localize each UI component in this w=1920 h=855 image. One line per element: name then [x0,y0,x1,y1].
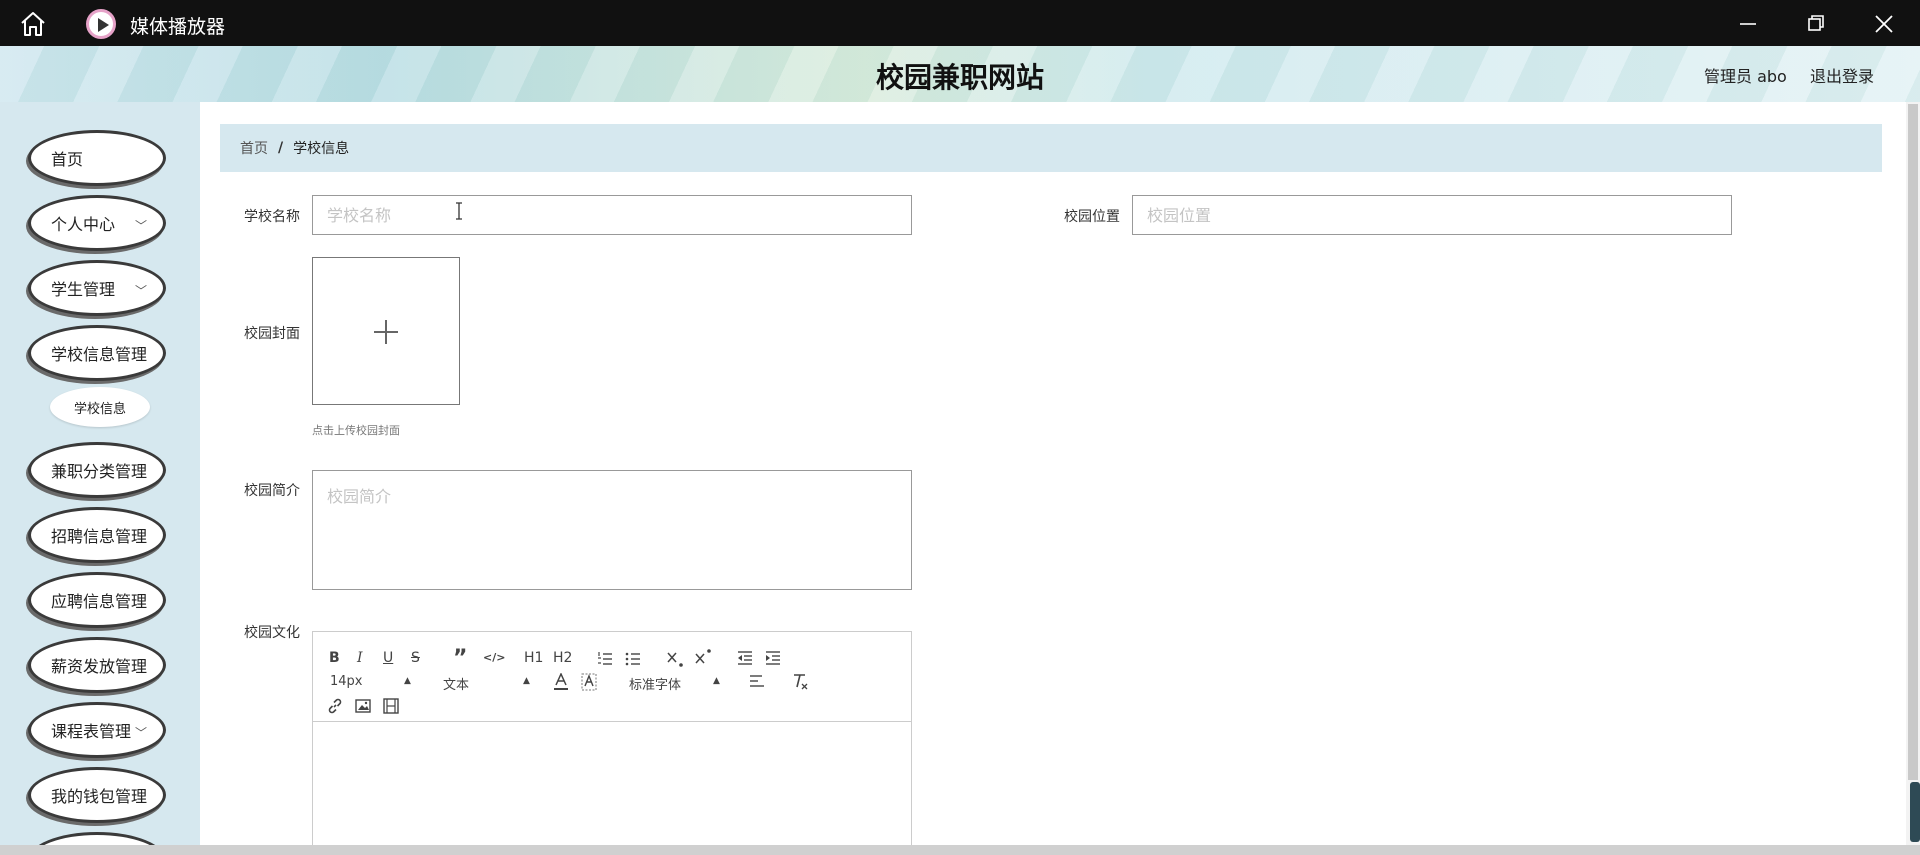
strike-button[interactable]: S [411,650,420,666]
editor-content-area[interactable] [313,722,911,854]
window-titlebar: 媒体播放器 [0,0,1920,46]
sidebar-item-personal-center[interactable]: 个人中心 ﹀ [28,195,166,251]
select-arrows-icon: ▲ [713,676,720,686]
school-name-label: 学校名称 [244,209,300,225]
sidebar-item-home[interactable]: 首页 [28,130,166,186]
h1-button[interactable]: H1 [524,650,543,666]
culture-label: 校园文化 [244,625,300,641]
minimize-icon[interactable] [1736,12,1760,36]
intro-textarea[interactable] [312,470,912,590]
sidebar-item-student-management[interactable]: 学生管理 ﹀ [28,260,166,316]
chevron-down-icon: ﹀ [134,284,147,298]
h2-button[interactable]: H2 [553,650,572,666]
intro-label: 校园简介 [244,483,300,499]
breadcrumb: 首页 / 学校信息 [220,124,1882,172]
background-color-icon[interactable] [581,673,597,691]
align-icon[interactable] [749,675,765,689]
app-title: 媒体播放器 [130,16,226,38]
ordered-list-icon[interactable] [597,651,613,667]
site-title: 校园兼职网站 [875,61,1044,94]
location-label: 校园位置 [1064,209,1120,225]
select-arrows-icon: ▲ [404,676,411,686]
indent-icon[interactable] [765,651,781,665]
chevron-down-icon: ﹀ [134,219,147,233]
editor-toolbar: B I U S ” </> H1 H2 14px ▲ 文本 ▲ 标准字体 ▲ [313,632,911,722]
sidebar-item-recruitment-management[interactable]: 招聘信息管理 [28,507,166,563]
page-scrollbar[interactable] [1906,102,1920,855]
video-icon[interactable] [383,698,399,714]
select-arrows-icon: ▲ [523,676,530,686]
link-icon[interactable] [327,698,343,714]
school-name-input[interactable] [312,195,912,235]
plus-icon-vertical [385,320,387,344]
upload-tip: 点击上传校园封面 [312,424,400,437]
breadcrumb-current: 学校信息 [293,141,350,157]
rich-text-editor: B I U S ” </> H1 H2 14px ▲ 文本 ▲ 标准字体 ▲ [312,631,912,855]
image-icon[interactable] [355,698,371,714]
sidebar-item-wallet-management[interactable]: 我的钱包管理 [28,767,166,823]
cover-label: 校园封面 [244,326,300,342]
location-input[interactable] [1132,195,1732,235]
clear-format-icon[interactable] [791,673,809,691]
floating-scroll-handle[interactable] [1910,782,1920,842]
media-player-logo-icon [86,9,116,39]
restore-icon[interactable] [1804,12,1828,36]
text-cursor-icon [456,202,462,220]
font-family-select[interactable]: 标准字体 ▲ [629,674,729,693]
font-size-select[interactable]: 14px ▲ [330,674,411,689]
chevron-down-icon: ﹀ [134,726,147,740]
scrollbar-thumb[interactable] [1908,104,1918,780]
horizontal-scrollbar[interactable] [0,845,1920,855]
bullet-list-icon[interactable] [625,651,641,667]
bold-button[interactable]: B [329,650,340,666]
cover-upload-button[interactable] [312,257,460,405]
subscript-icon[interactable] [667,650,685,668]
superscript-icon[interactable] [695,648,713,666]
close-icon[interactable] [1872,12,1896,36]
code-button[interactable]: </> [483,651,505,664]
site-header: 校园兼职网站 管理员 abo 退出登录 [0,46,1920,102]
sidebar-item-school-info-management[interactable]: 学校信息管理 [28,325,166,381]
sidebar-item-timetable-management[interactable]: 课程表管理 ﹀ [28,702,166,758]
font-color-icon[interactable] [553,673,569,691]
sidebar: 首页 个人中心 ﹀ 学生管理 ﹀ 学校信息管理 学校信息 兼职分类管理 招聘信息管理… [0,102,200,855]
breadcrumb-home[interactable]: 首页 [240,138,268,158]
sidebar-item-job-category-management[interactable]: 兼职分类管理 [28,442,166,498]
underline-button[interactable]: U [383,650,393,666]
user-info: 管理员 abo [1704,67,1787,86]
italic-button[interactable]: I [357,650,363,666]
outdent-icon[interactable] [737,651,753,665]
sidebar-item-application-management[interactable]: 应聘信息管理 [28,572,166,628]
sidebar-item-salary-management[interactable]: 薪资发放管理 [28,637,166,693]
sidebar-subitem-school-info[interactable]: 学校信息 [50,387,150,427]
quote-button[interactable]: ” [453,646,467,671]
breadcrumb-separator: / [278,140,284,156]
text-style-select[interactable]: 文本 ▲ [443,674,533,693]
home-icon[interactable] [18,10,48,38]
logout-link[interactable]: 退出登录 [1810,63,1874,87]
